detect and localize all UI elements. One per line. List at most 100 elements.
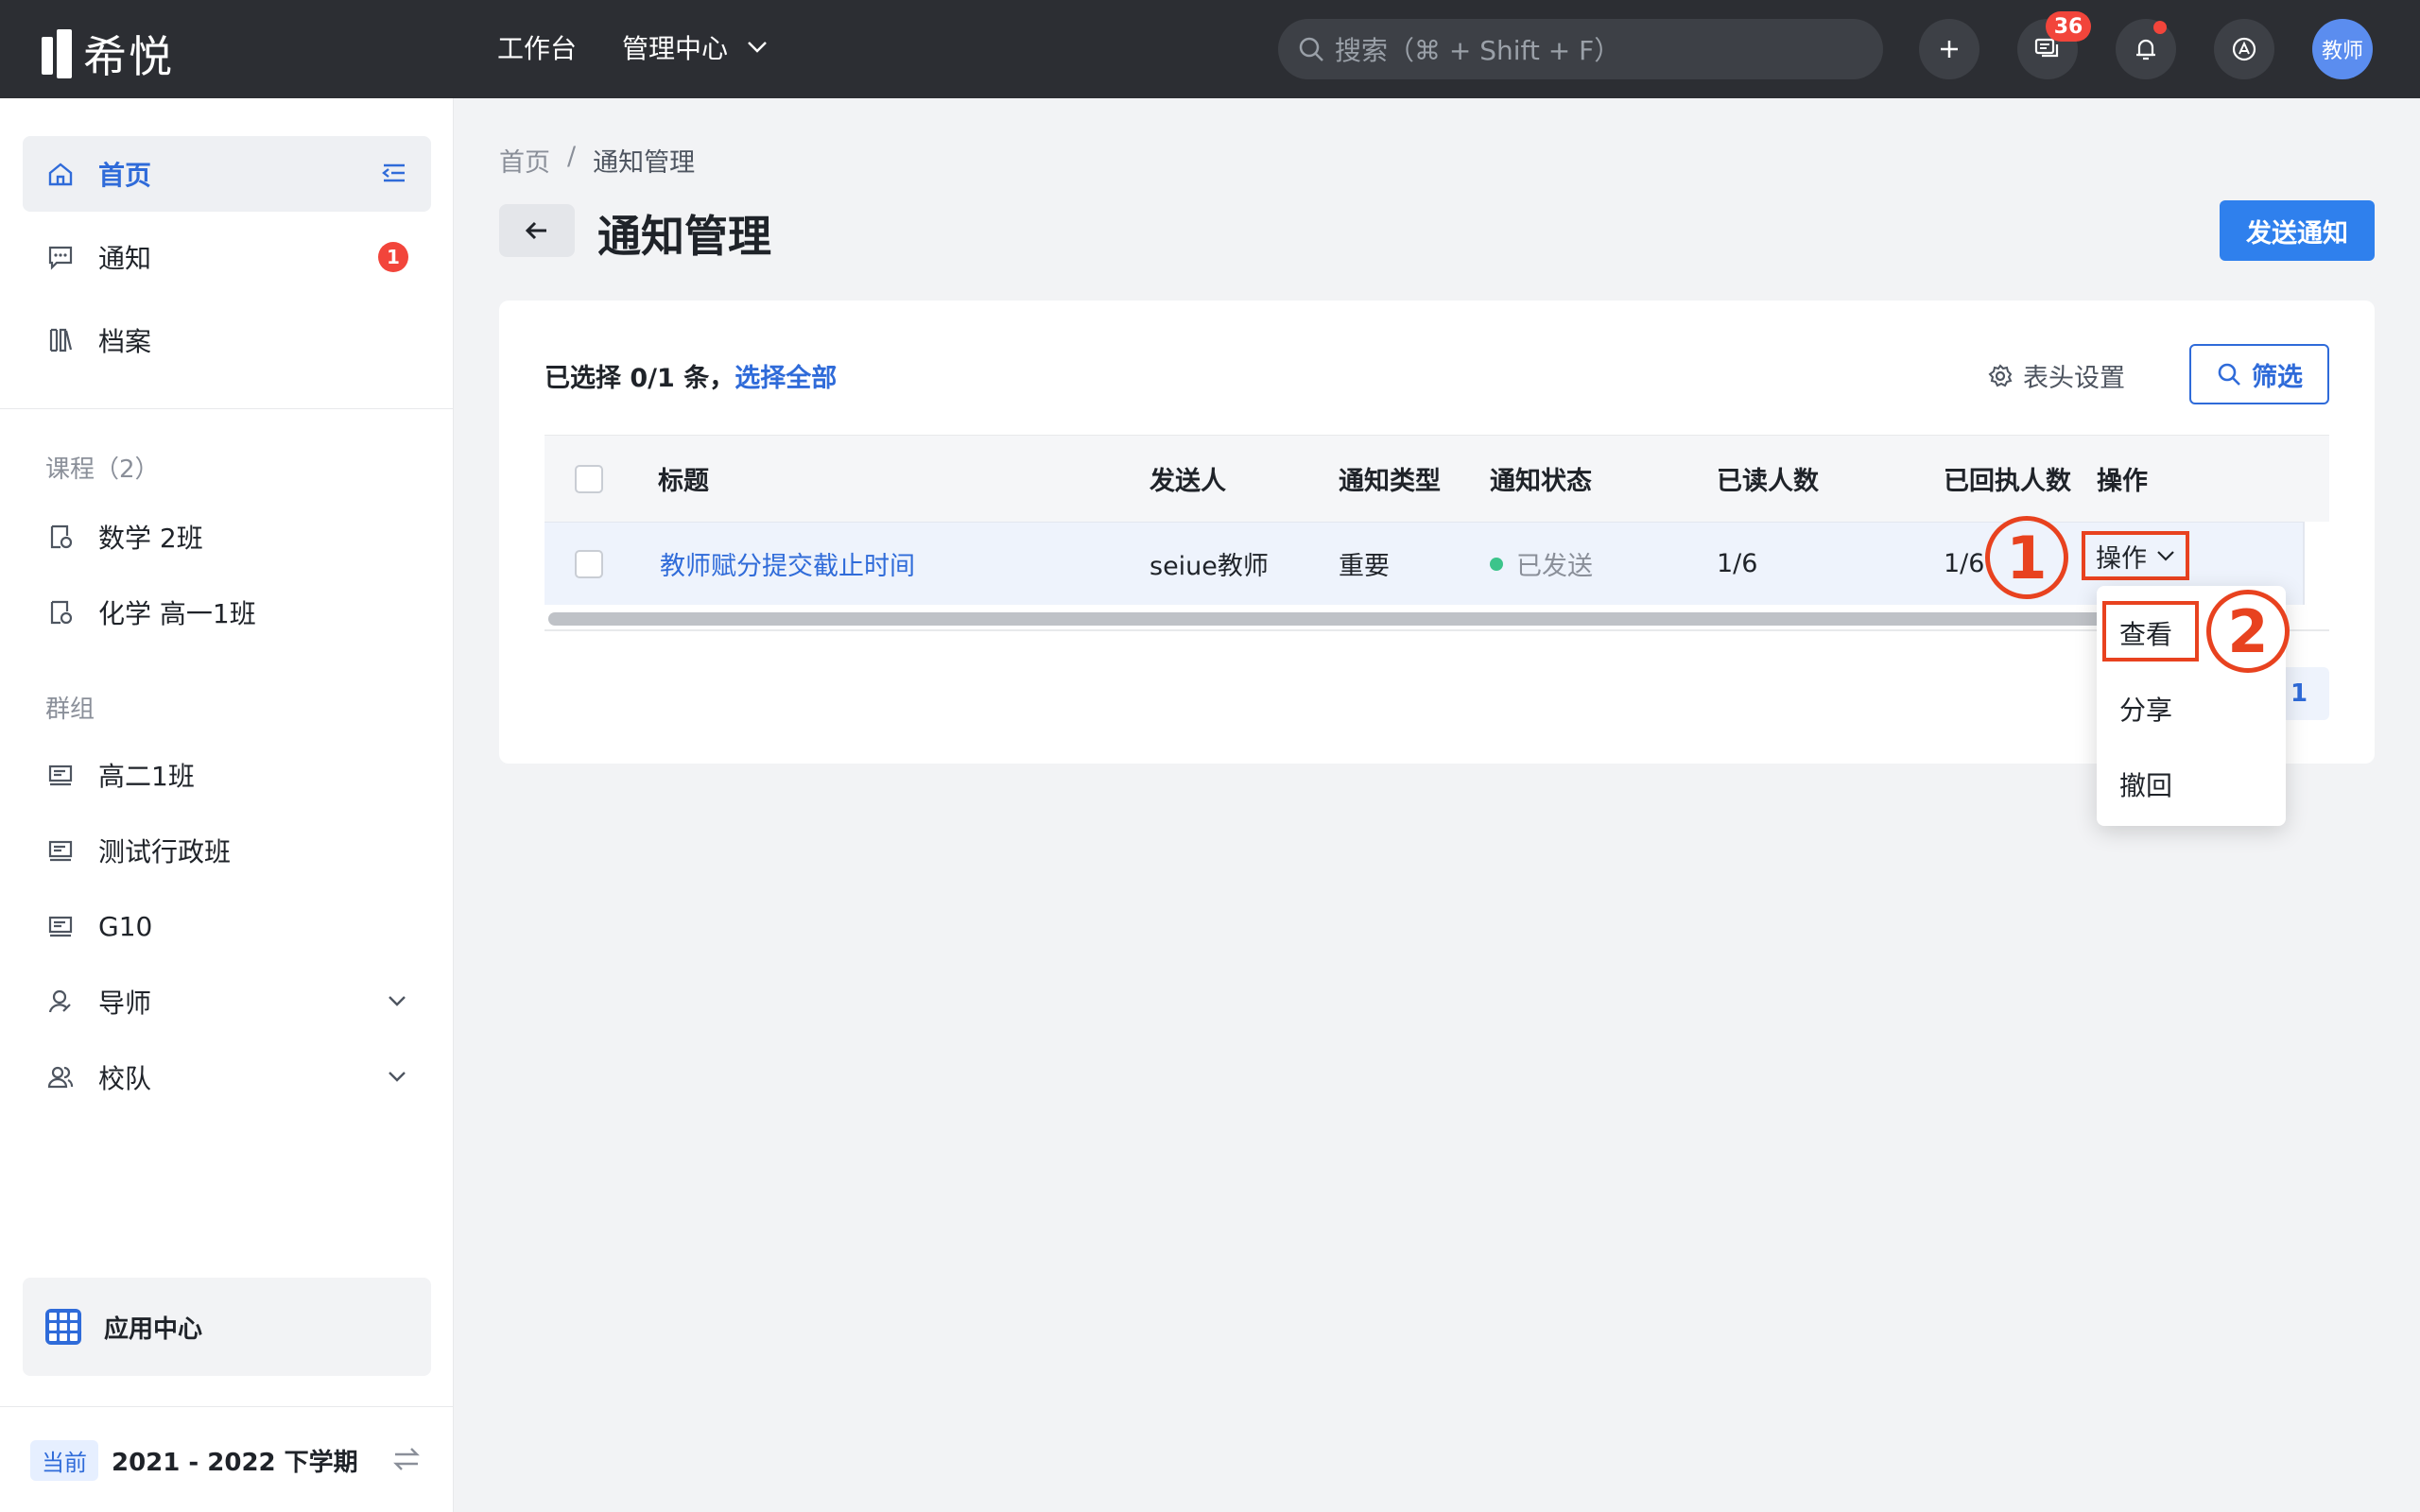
notice-count-badge: 1 — [378, 242, 408, 272]
breadcrumb: 首页 / 通知管理 — [499, 142, 695, 179]
receipt-count-cell: 1/6 — [1944, 549, 1985, 578]
message-icon — [45, 242, 76, 272]
sidebar-divider — [0, 1406, 454, 1407]
chevron-down-icon[interactable] — [386, 1062, 408, 1097]
column-header: 标题 — [658, 467, 709, 496]
mentor-icon — [45, 987, 76, 1017]
read-count-cell: 1/6 — [1717, 549, 1758, 578]
current-term: 当前 2021 - 2022 下学期 — [30, 1440, 358, 1481]
gear-icon — [1988, 363, 2013, 387]
type-cell: 重要 — [1339, 552, 1390, 581]
add-button[interactable] — [1919, 19, 1979, 79]
page-title: 通知管理 — [597, 211, 771, 262]
selection-count: 已选择 0/1 条， — [544, 364, 735, 393]
sidebar-item-group[interactable]: 高二1班 — [23, 737, 431, 813]
search-icon — [1299, 37, 1323, 61]
class-board-icon — [45, 911, 76, 941]
sidebar-item-home[interactable]: 首页 — [23, 136, 431, 212]
chevron-down-icon[interactable] — [386, 987, 408, 1022]
top-bar: 希悦 工作台 管理中心 搜索（⌘ + Shift + F） 36 教师 — [0, 0, 2420, 98]
horizontal-scrollbar[interactable] — [544, 605, 2329, 631]
row-actions-label: 操作 — [2096, 543, 2147, 574]
sidebar: 首页 通知 1 档案 课程（2） 数学 2班 化学 高一1班 群组 高二1班 测… — [0, 98, 454, 1512]
sidebar-item-label: 校队 — [98, 1063, 152, 1094]
menu-item-view[interactable]: 查看 — [2119, 614, 2172, 652]
back-button[interactable] — [499, 204, 575, 257]
sidebar-item-archive[interactable]: 档案 — [23, 302, 431, 378]
sidebar-item-group[interactable]: G10 — [23, 888, 431, 964]
notification-dot — [2153, 21, 2167, 34]
app-center-label: 应用中心 — [104, 1314, 203, 1344]
sidebar-item-mentor[interactable]: 导师 — [23, 964, 431, 1040]
compass-icon — [2232, 37, 2256, 61]
chevron-down-icon — [2157, 551, 2174, 561]
sidebar-item-label: 高二1班 — [98, 761, 195, 792]
sender-cell: seiue教师 — [1150, 552, 1269, 581]
nav-manage-center[interactable]: 管理中心 — [622, 28, 768, 66]
nav-workbench[interactable]: 工作台 — [497, 28, 577, 66]
row-actions-dropdown[interactable]: 操作 — [2082, 531, 2189, 580]
switch-term-icon[interactable] — [391, 1444, 422, 1478]
sidebar-item-label: 导师 — [98, 988, 152, 1019]
column-header: 已回执人数 — [1944, 467, 2071, 496]
sidebar-item-label: G10 — [98, 910, 153, 942]
sidebar-item-label: 化学 高一1班 — [98, 598, 256, 629]
breadcrumb-home[interactable]: 首页 — [499, 142, 550, 179]
sidebar-item-course[interactable]: 数学 2班 — [23, 499, 431, 575]
courses-group-title: 课程（2） — [45, 455, 160, 484]
global-search-input[interactable]: 搜索（⌘ + Shift + F） — [1278, 19, 1883, 79]
notifications-button[interactable] — [2116, 19, 2176, 79]
sidebar-item-group[interactable]: 测试行政班 — [23, 813, 431, 888]
column-header: 通知类型 — [1339, 467, 1441, 496]
filter-button[interactable]: 筛选 — [2189, 344, 2329, 404]
term-label: 2021 - 2022 下学期 — [112, 1449, 358, 1477]
app-center-button[interactable]: 应用中心 — [23, 1278, 431, 1376]
scrollbar-thumb[interactable] — [548, 612, 2221, 626]
app-store-button[interactable] — [2214, 19, 2274, 79]
course-icon — [45, 522, 76, 552]
menu-item-share[interactable]: 分享 — [2119, 690, 2172, 728]
breadcrumb-separator: / — [567, 142, 577, 171]
messages-button[interactable]: 36 — [2017, 11, 2091, 79]
send-notice-button[interactable]: 发送通知 — [2220, 200, 2375, 261]
class-board-icon — [45, 835, 76, 866]
groups-group-title: 群组 — [45, 696, 95, 724]
sidebar-item-label: 档案 — [98, 326, 152, 357]
breadcrumb-current: 通知管理 — [593, 148, 696, 178]
fixed-column-edge — [2303, 522, 2329, 605]
step-2-marker: 2 — [2206, 590, 2290, 673]
sidebar-item-label: 通知 — [98, 243, 152, 274]
nav-manage-label: 管理中心 — [622, 33, 729, 64]
messages-count-badge: 36 — [2046, 11, 2091, 42]
table-header: 标题 发送人 通知类型 通知状态 已读人数 已回执人数 操作 — [544, 435, 2329, 522]
status-cell: 已发送 — [1490, 523, 1593, 605]
sidebar-item-course[interactable]: 化学 高一1班 — [23, 575, 431, 650]
selection-summary: 已选择 0/1 条， 选择全部 — [544, 357, 837, 394]
menu-item-revoke[interactable]: 撤回 — [2119, 765, 2172, 803]
apps-grid-icon — [45, 1309, 81, 1345]
sidebar-item-notice[interactable]: 通知 1 — [23, 219, 431, 295]
team-icon — [45, 1062, 76, 1092]
sidebar-divider — [0, 408, 454, 409]
search-placeholder: 搜索（⌘ + Shift + F） — [1335, 35, 1621, 66]
column-header: 已读人数 — [1717, 467, 1819, 496]
chevron-down-icon — [748, 42, 767, 53]
sidebar-item-team[interactable]: 校队 — [23, 1040, 431, 1115]
row-checkbox[interactable] — [575, 523, 603, 605]
user-avatar[interactable]: 教师 — [2312, 19, 2373, 79]
column-header: 通知状态 — [1490, 467, 1592, 496]
notice-title-link[interactable]: 教师赋分提交截止时间 — [660, 523, 915, 605]
course-icon — [45, 597, 76, 627]
collapse-sidebar-icon[interactable] — [380, 159, 408, 194]
term-tag: 当前 — [30, 1440, 98, 1481]
logo-mark-icon — [42, 29, 74, 78]
app-logo[interactable]: 希悦 — [42, 23, 174, 85]
column-settings-button[interactable]: 表头设置 — [1987, 357, 2125, 394]
home-icon — [45, 159, 76, 189]
bell-icon — [2136, 39, 2155, 60]
column-header: 操作 — [2097, 467, 2148, 496]
filter-label: 筛选 — [2252, 362, 2303, 392]
select-all-checkbox[interactable] — [575, 436, 603, 522]
status-dot — [1490, 557, 1503, 571]
select-all-link[interactable]: 选择全部 — [735, 357, 837, 394]
